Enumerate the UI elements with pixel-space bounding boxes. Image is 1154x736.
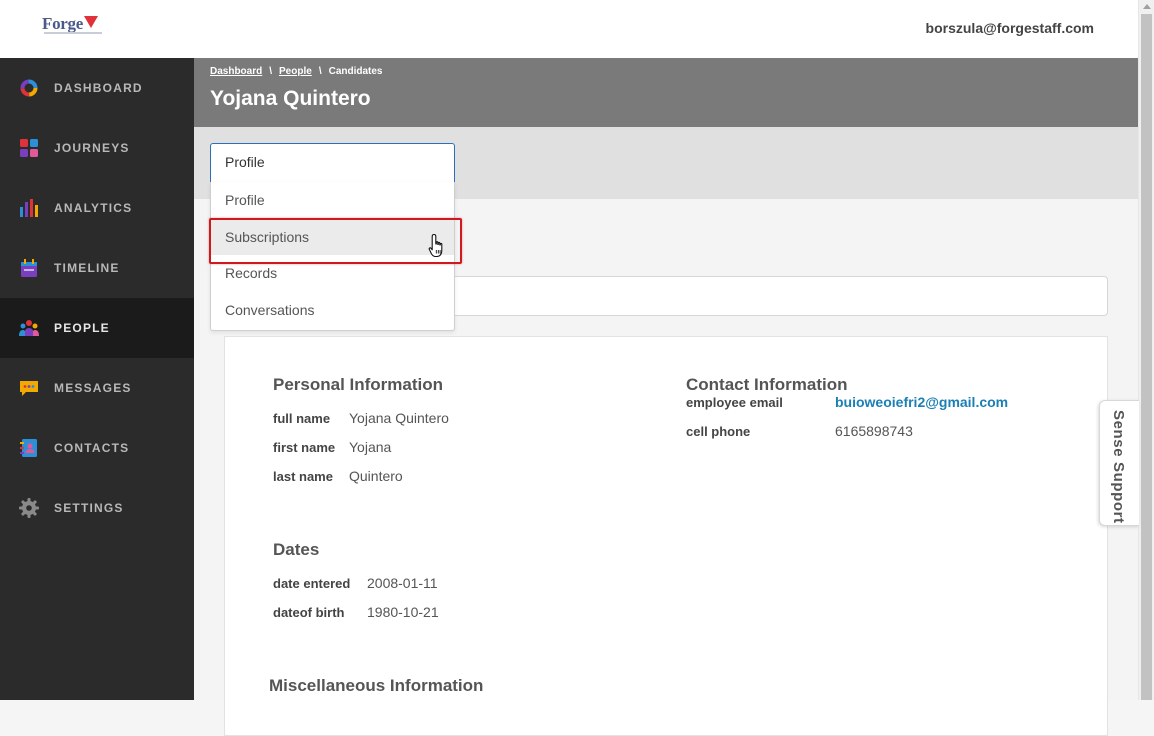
field-label-full-name: full name xyxy=(273,411,331,426)
logo-mark-icon xyxy=(83,16,98,28)
field-value-date-entered: 2008-01-11 xyxy=(367,575,438,591)
misc-info-title: Miscellaneous Information xyxy=(269,676,484,695)
sidebar-item-label: DASHBOARD xyxy=(54,81,143,95)
gear-icon xyxy=(19,498,39,518)
sidebar-item-dashboard[interactable]: DASHBOARD xyxy=(0,58,194,118)
field-label-first-name: first name xyxy=(273,440,336,455)
page-title: Yojana Quintero xyxy=(210,87,371,110)
field-value-last-name: Quintero xyxy=(349,468,403,484)
field-value-cell-phone: 6165898743 xyxy=(835,423,913,439)
sidebar-item-people[interactable]: PEOPLE xyxy=(0,298,194,358)
hand-pointer-cursor-icon xyxy=(428,233,448,259)
sidebar-item-label: SETTINGS xyxy=(54,501,124,515)
dashboard-ring-icon xyxy=(19,78,39,98)
contact-info-title: Contact Information xyxy=(686,375,848,394)
analytics-bars-icon xyxy=(19,198,39,218)
page-scrollbar[interactable] xyxy=(1138,0,1154,700)
sense-support-tab[interactable]: Sense Support xyxy=(1099,400,1139,526)
journeys-grid-icon xyxy=(19,138,39,158)
scroll-thumb[interactable] xyxy=(1141,14,1152,700)
search-input[interactable] xyxy=(454,276,1108,316)
breadcrumb-separator: \ xyxy=(318,66,322,77)
sidebar-item-journeys[interactable]: JOURNEYS xyxy=(0,118,194,178)
tab-select[interactable]: Profile xyxy=(210,143,455,183)
breadcrumb-separator: \ xyxy=(269,66,273,77)
top-bar: Forge borszula@forgestaff.com xyxy=(0,0,1138,58)
logo-text: Forge xyxy=(42,14,83,33)
chat-bubble-icon xyxy=(19,378,39,398)
employee-email-link[interactable]: buioweoiefri2@gmail.com xyxy=(835,394,1008,410)
highlight-box xyxy=(209,218,462,264)
field-label-date-of-birth: dateof birth xyxy=(273,605,345,620)
sidebar-item-label: CONTACTS xyxy=(54,441,130,455)
sidebar-item-label: ANALYTICS xyxy=(54,201,133,215)
page-header: Dashboard \ People \ Candidates Yojana Quint… xyxy=(194,58,1138,127)
sidebar-item-label: PEOPLE xyxy=(54,321,110,335)
personal-info-title: Personal Information xyxy=(273,375,444,394)
sidebar-item-analytics[interactable]: ANALYTICS xyxy=(0,178,194,238)
breadcrumb-link-dashboard[interactable]: Dashboard xyxy=(210,66,262,77)
dates-title: Dates xyxy=(273,540,320,559)
logo-tagline xyxy=(44,32,102,34)
field-value-first-name: Yojana xyxy=(349,439,392,455)
breadcrumb: Dashboard \ People \ Candidates xyxy=(210,66,383,77)
breadcrumb-current: Candidates xyxy=(328,66,383,77)
dropdown-option-conversations[interactable]: Conversations xyxy=(211,292,454,328)
field-value-date-of-birth: 1980-10-21 xyxy=(367,604,439,620)
breadcrumb-link-people[interactable]: People xyxy=(279,66,312,77)
field-label-last-name: last name xyxy=(273,469,333,484)
support-tab-label: Sense Support xyxy=(1110,410,1127,524)
sidebar-item-label: TIMELINE xyxy=(54,261,120,275)
field-label-date-entered: date entered xyxy=(273,576,351,591)
sidebar: DASHBOARD JOURNEYS ANALYTICS TIMELINE PE… xyxy=(0,58,194,700)
calendar-icon xyxy=(19,258,39,278)
sidebar-item-settings[interactable]: SETTINGS xyxy=(0,478,194,538)
forge-logo[interactable]: Forge xyxy=(42,14,102,34)
user-email[interactable]: borszula@forgestaff.com xyxy=(926,20,1094,36)
dropdown-option-profile[interactable]: Profile xyxy=(211,182,454,218)
sidebar-item-label: MESSAGES xyxy=(54,381,132,395)
field-label-employee-email: employee email xyxy=(686,395,783,410)
sidebar-item-messages[interactable]: MESSAGES xyxy=(0,358,194,418)
sidebar-item-timeline[interactable]: TIMELINE xyxy=(0,238,194,298)
sidebar-item-contacts[interactable]: CONTACTS xyxy=(0,418,194,478)
contact-book-icon xyxy=(19,438,39,458)
scroll-up-arrow-icon[interactable] xyxy=(1143,4,1151,9)
sidebar-item-label: JOURNEYS xyxy=(54,141,130,155)
field-value-full-name: Yojana Quintero xyxy=(349,410,449,426)
field-label-cell-phone: cell phone xyxy=(686,424,751,439)
people-group-icon xyxy=(19,318,39,338)
